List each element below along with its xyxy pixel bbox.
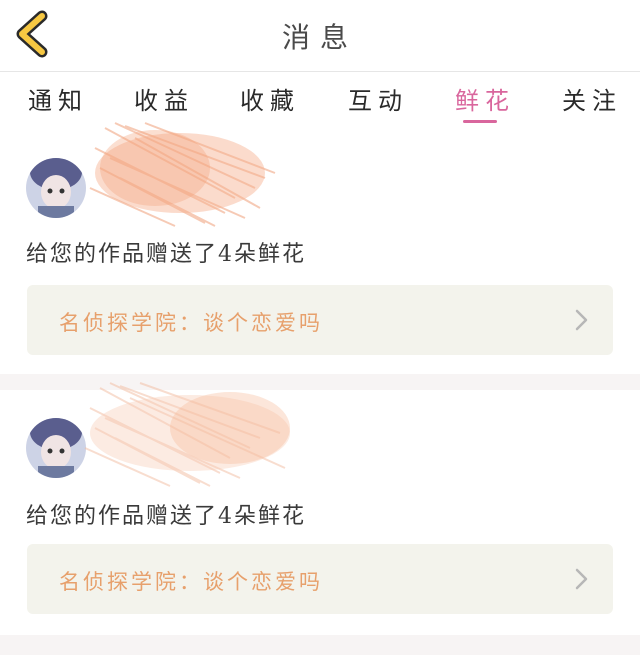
redacted-username — [84, 382, 290, 487]
message-text: 给您的作品赠送了4朵鲜花 — [26, 504, 306, 529]
chevron-right-icon — [575, 568, 588, 590]
tab-bar: 通知 收益 收藏 互动 鲜花 关注 — [0, 73, 640, 123]
section-divider — [0, 635, 640, 655]
chevron-right-icon — [575, 309, 588, 331]
work-link-card[interactable]: 名侦探学院：谈个恋爱吗 — [27, 544, 613, 614]
page-title: 消息 — [281, 21, 358, 54]
message-text: 给您的作品赠送了4朵鲜花 — [26, 242, 306, 267]
avatar-image — [26, 418, 86, 478]
tab-following[interactable]: 关注 — [562, 81, 622, 123]
active-tab-indicator — [463, 120, 497, 123]
tab-favorites[interactable]: 收藏 — [240, 81, 300, 123]
message-item: 给您的作品赠送了4朵鲜花 名侦探学院：谈个恋爱吗 — [0, 122, 640, 374]
avatar[interactable] — [26, 418, 86, 478]
tab-notifications[interactable]: 通知 — [28, 81, 88, 123]
work-link-card[interactable]: 名侦探学院：谈个恋爱吗 — [27, 285, 613, 355]
redacted-username — [89, 122, 276, 227]
message-item: 给您的作品赠送了4朵鲜花 名侦探学院：谈个恋爱吗 — [0, 382, 640, 635]
avatar-image — [26, 158, 86, 218]
tab-earnings[interactable]: 收益 — [134, 81, 194, 123]
avatar[interactable] — [26, 158, 86, 218]
header-bar: 消息 — [0, 0, 640, 72]
tab-interactions[interactable]: 互动 — [348, 81, 408, 123]
work-title: 名侦探学院：谈个恋爱吗 — [59, 311, 323, 335]
tab-flowers[interactable]: 鲜花 — [455, 81, 515, 123]
work-title: 名侦探学院：谈个恋爱吗 — [59, 570, 323, 594]
